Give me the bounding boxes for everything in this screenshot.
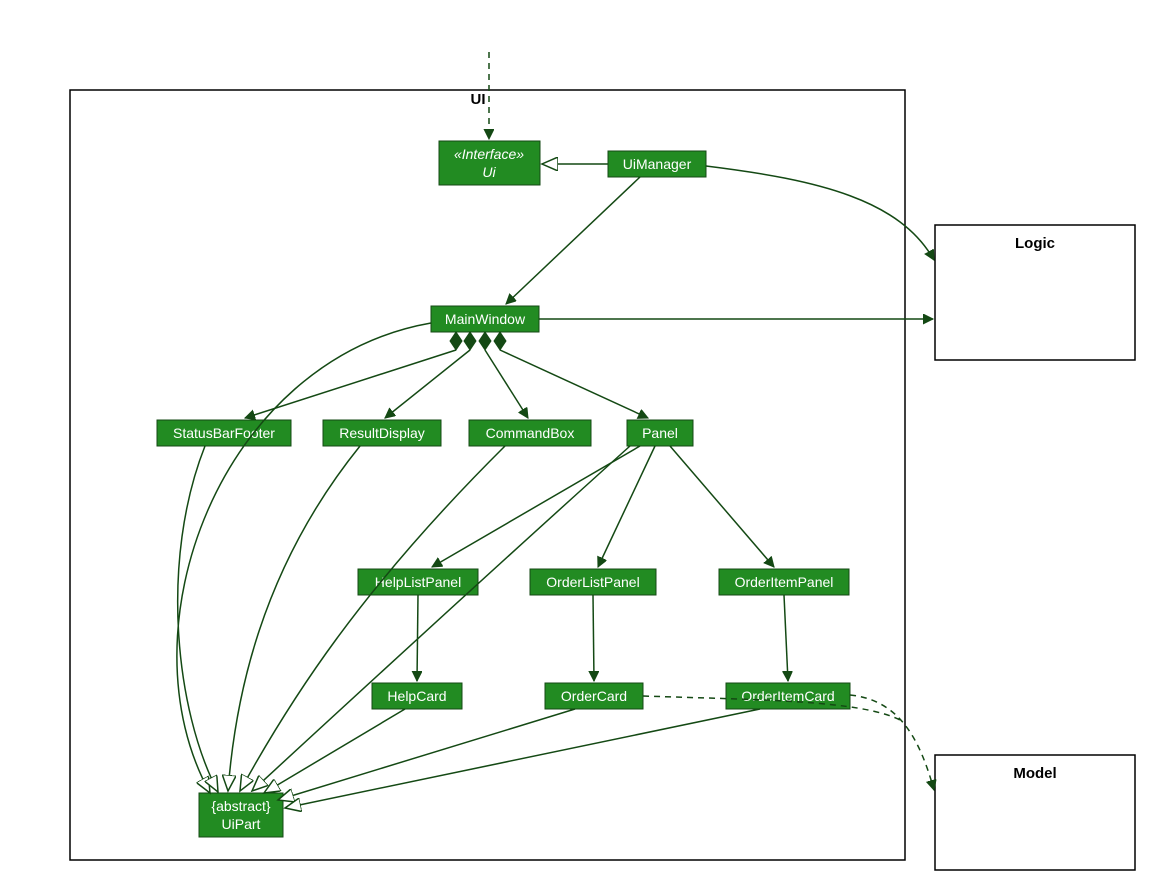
svg-text:{abstract}: {abstract} [211, 798, 270, 814]
node-helpcard-label: HelpCard [387, 688, 446, 704]
edge-panel-to-orderitem [670, 446, 774, 567]
edge-statusbar-to-uipart [178, 446, 218, 792]
edge-helpcard-to-uipart [264, 709, 405, 793]
node-orderitempanel-label: OrderItemPanel [735, 574, 834, 590]
edge-orderlist-to-ordercard [593, 595, 594, 681]
edge-mw-to-statusbar [245, 350, 456, 418]
edge-orderitemcard-to-uipart [285, 709, 760, 808]
edge-uimanager-to-logic [706, 166, 934, 260]
edge-commandbox-to-uipart [240, 446, 505, 791]
edge-ordercard-to-uipart [278, 709, 575, 800]
svg-text:«Interface»: «Interface» [454, 146, 524, 162]
edge-mainwindow-to-uipart [177, 323, 431, 793]
edge-panel-to-uipart [252, 446, 630, 791]
uml-diagram: UI Logic Model «Interface» Ui UiManager … [0, 0, 1171, 892]
node-statusbarfooter-label: StatusBarFooter [173, 425, 275, 441]
package-ui-label: UI [471, 91, 486, 108]
edge-mw-to-resultdisplay [385, 350, 470, 418]
node-uimanager-label: UiManager [623, 156, 692, 172]
svg-text:UiPart: UiPart [222, 816, 261, 832]
node-commandbox-label: CommandBox [486, 425, 575, 441]
node-helplistpanel-label: HelpListPanel [375, 574, 461, 590]
node-ordercard-label: OrderCard [561, 688, 627, 704]
edge-uimanager-to-mainwindow [506, 177, 640, 304]
package-model-label: Model [1013, 765, 1056, 782]
edge-panel-to-orderlist [598, 446, 655, 567]
package-logic-label: Logic [1015, 235, 1055, 252]
node-panel-label: Panel [642, 425, 678, 441]
edge-orderitem-to-orderitemcard [784, 595, 788, 681]
node-resultdisplay-label: ResultDisplay [339, 425, 425, 441]
svg-text:Ui: Ui [482, 164, 496, 180]
edge-resultdisplay-to-uipart [228, 446, 360, 791]
node-mainwindow-label: MainWindow [445, 311, 526, 327]
node-orderlistpanel-label: OrderListPanel [546, 574, 639, 590]
